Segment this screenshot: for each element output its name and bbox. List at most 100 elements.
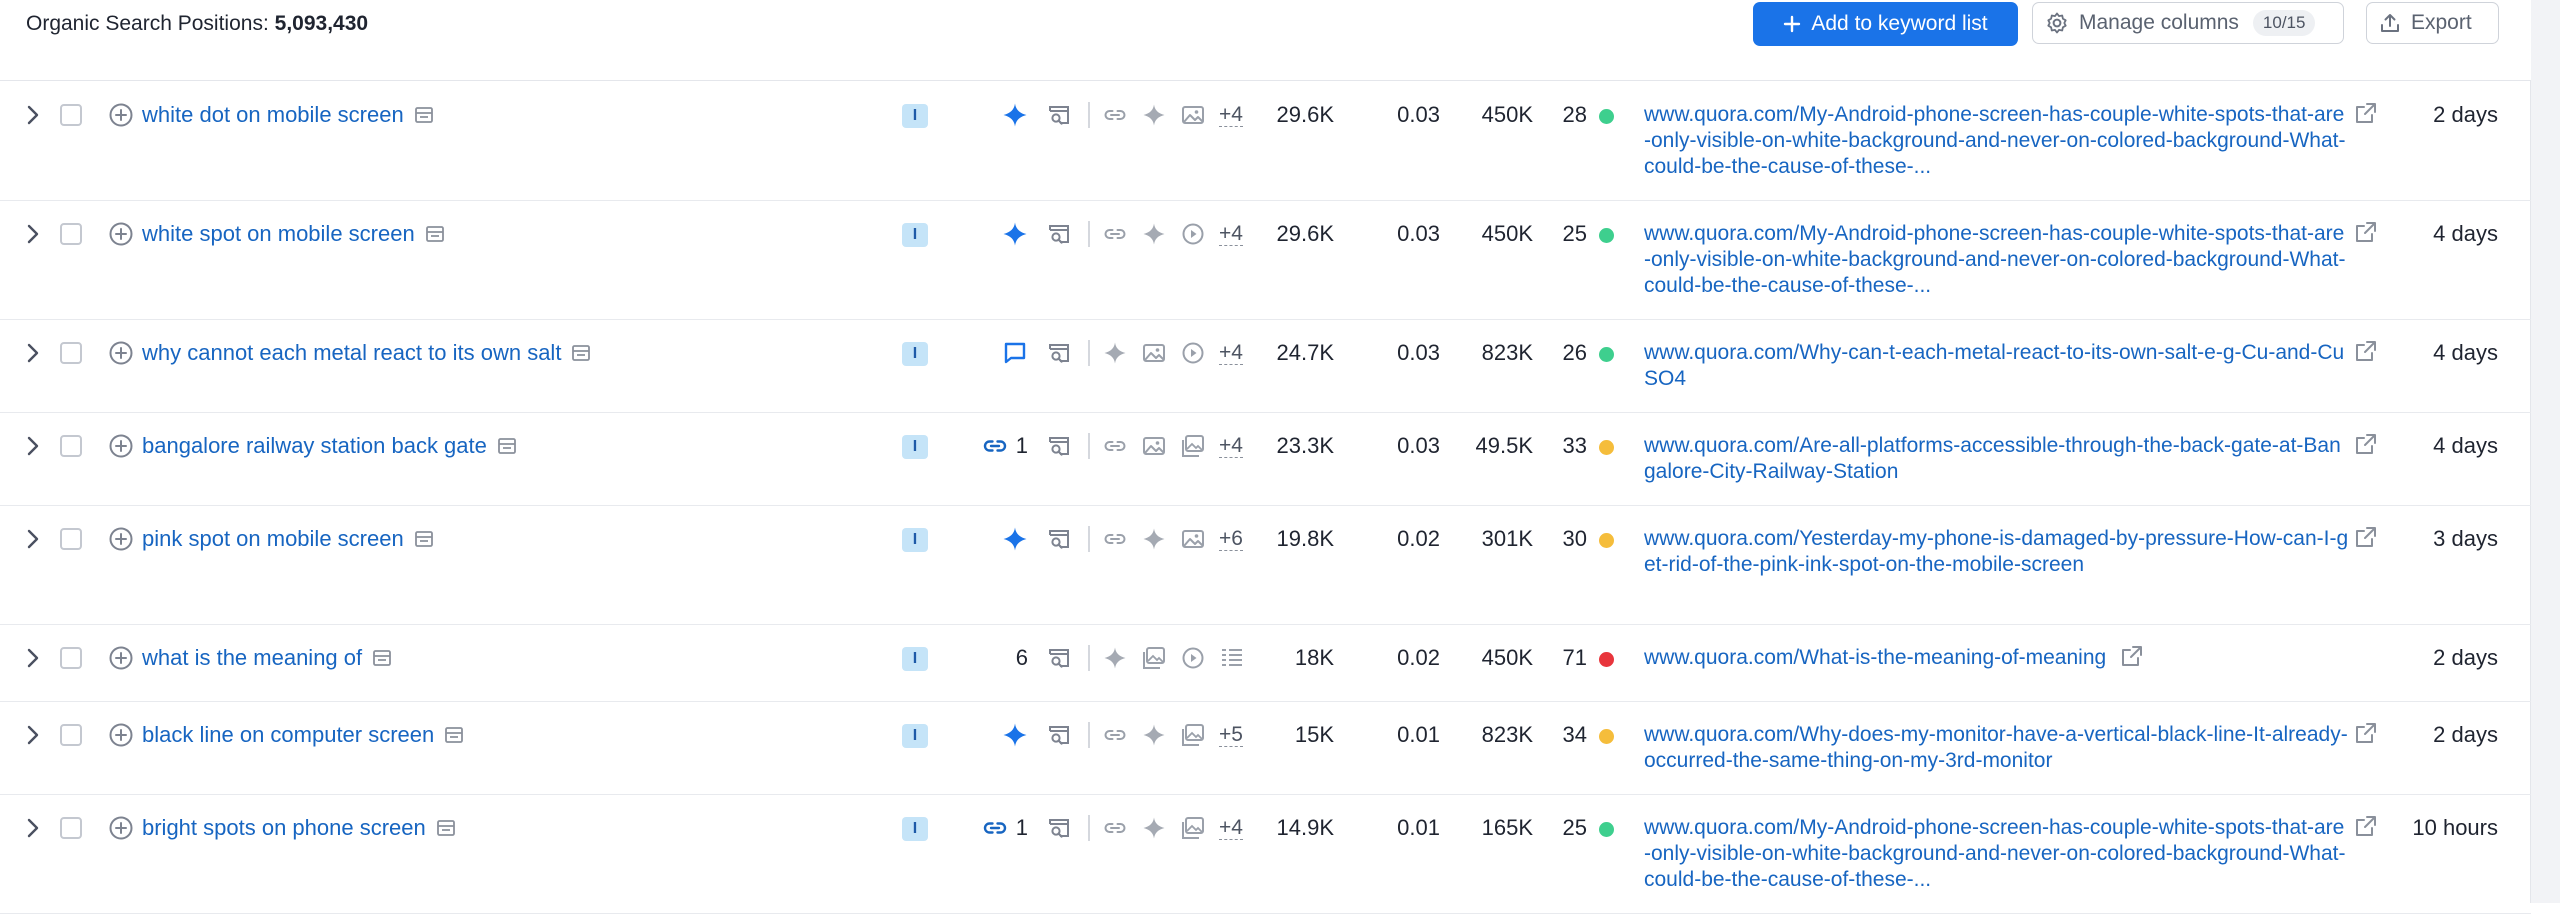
serp-cache-icon[interactable] xyxy=(414,105,434,125)
keyword-text: white spot on mobile screen xyxy=(142,221,415,246)
serp-icon[interactable] xyxy=(1046,433,1072,459)
url-link[interactable]: www.quora.com/My-Android-phone-screen-ha… xyxy=(1644,221,2350,299)
intent-badge: I xyxy=(902,223,928,247)
results-value: 165K xyxy=(1481,815,1533,840)
serp-cache-icon[interactable] xyxy=(444,725,464,745)
add-circle-icon[interactable] xyxy=(108,526,134,552)
row-checkbox[interactable] xyxy=(60,104,82,126)
results-value: 823K xyxy=(1481,722,1533,747)
results-value: 450K xyxy=(1481,221,1533,246)
keyword-text: black line on computer screen xyxy=(142,722,435,747)
row-checkbox[interactable] xyxy=(60,342,82,364)
manage-columns-button[interactable]: Manage columns 10/15 xyxy=(2032,2,2344,44)
export-button[interactable]: Export xyxy=(2366,2,2499,44)
keyword-link[interactable]: black line on computer screen xyxy=(142,722,464,748)
keyword-text: bright spots on phone screen xyxy=(142,815,426,840)
last-updated: 4 days xyxy=(2433,221,2498,246)
serp-cache-icon[interactable] xyxy=(372,648,392,668)
results-value: 450K xyxy=(1481,102,1533,127)
expand-row-chevron-icon[interactable] xyxy=(26,433,46,459)
row-checkbox[interactable] xyxy=(60,817,82,839)
position-cell: 1 xyxy=(968,433,1028,459)
chat-icon xyxy=(1002,340,1028,366)
url-link[interactable]: www.quora.com/My-Android-phone-screen-ha… xyxy=(1644,102,2350,180)
serp-icon[interactable] xyxy=(1046,722,1072,748)
serp-icon[interactable] xyxy=(1046,102,1072,128)
images-icon xyxy=(1141,645,1167,671)
position-cell: 6 xyxy=(968,645,1028,671)
expand-row-chevron-icon[interactable] xyxy=(26,102,46,128)
results-value: 450K xyxy=(1481,645,1533,670)
cpc-value: 0.01 xyxy=(1397,722,1440,747)
serp-icon[interactable] xyxy=(1046,340,1072,366)
expand-row-chevron-icon[interactable] xyxy=(26,645,46,671)
add-to-keyword-list-button[interactable]: Add to keyword list xyxy=(1753,2,2018,46)
link-icon xyxy=(982,433,1008,459)
external-link-icon[interactable] xyxy=(2354,101,2378,125)
url-link[interactable]: www.quora.com/What-is-the-meaning-of-mea… xyxy=(1644,645,2106,671)
external-link-icon[interactable] xyxy=(2120,644,2144,668)
add-circle-icon[interactable] xyxy=(108,102,134,128)
keyword-link[interactable]: why cannot each metal react to its own s… xyxy=(142,340,591,366)
columns-count-badge: 10/15 xyxy=(2252,10,2316,36)
serp-icon[interactable] xyxy=(1046,645,1072,671)
row-checkbox[interactable] xyxy=(60,647,82,669)
external-link-icon[interactable] xyxy=(2354,339,2378,363)
expand-row-chevron-icon[interactable] xyxy=(26,815,46,841)
add-circle-icon[interactable] xyxy=(108,433,134,459)
keyword-link[interactable]: bangalore railway station back gate xyxy=(142,433,517,459)
url-link[interactable]: www.quora.com/Are-all-platforms-accessib… xyxy=(1644,433,2350,485)
add-circle-icon[interactable] xyxy=(108,221,134,247)
expand-row-chevron-icon[interactable] xyxy=(26,722,46,748)
keyword-link[interactable]: pink spot on mobile screen xyxy=(142,526,434,552)
page-title: Organic Search Positions: 5,093,430 xyxy=(26,11,368,37)
add-circle-icon[interactable] xyxy=(108,722,134,748)
serp-icon[interactable] xyxy=(1046,526,1072,552)
serp-cache-icon[interactable] xyxy=(571,343,591,363)
external-link-icon[interactable] xyxy=(2354,220,2378,244)
url-link[interactable]: www.quora.com/Yesterday-my-phone-is-dama… xyxy=(1644,526,2350,578)
external-link-icon[interactable] xyxy=(2354,814,2378,838)
row-checkbox[interactable] xyxy=(60,528,82,550)
last-updated: 2 days xyxy=(2433,722,2498,747)
difficulty-value: 30 xyxy=(1562,526,1587,551)
row-checkbox[interactable] xyxy=(60,435,82,457)
serp-cache-icon[interactable] xyxy=(497,436,517,456)
images-icon xyxy=(1180,722,1206,748)
search-volume: 14.9K xyxy=(1276,815,1335,840)
position-value: 1 xyxy=(1015,433,1028,458)
add-circle-icon[interactable] xyxy=(108,340,134,366)
difficulty-value: 25 xyxy=(1562,221,1587,246)
positions-count: 5,093,430 xyxy=(274,12,369,35)
external-link-icon[interactable] xyxy=(2354,432,2378,456)
keyword-link[interactable]: white spot on mobile screen xyxy=(142,221,445,247)
keyword-text: what is the meaning of xyxy=(142,645,363,670)
add-circle-icon[interactable] xyxy=(108,645,134,671)
scrollbar[interactable] xyxy=(2530,0,2560,903)
expand-row-chevron-icon[interactable] xyxy=(26,340,46,366)
ai-sparkle-icon xyxy=(1002,221,1028,247)
serp-cache-icon[interactable] xyxy=(414,529,434,549)
last-updated: 4 days xyxy=(2433,340,2498,365)
keyword-link[interactable]: white dot on mobile screen xyxy=(142,102,434,128)
keyword-link[interactable]: bright spots on phone screen xyxy=(142,815,456,841)
serp-icon[interactable] xyxy=(1046,221,1072,247)
external-link-icon[interactable] xyxy=(2354,721,2378,745)
expand-row-chevron-icon[interactable] xyxy=(26,526,46,552)
serp-cache-icon[interactable] xyxy=(425,224,445,244)
url-link[interactable]: www.quora.com/Why-can-t-each-metal-react… xyxy=(1644,340,2350,392)
search-volume: 18K xyxy=(1294,645,1334,670)
url-link[interactable]: www.quora.com/My-Android-phone-screen-ha… xyxy=(1644,815,2350,893)
add-circle-icon[interactable] xyxy=(108,815,134,841)
serp-cache-icon[interactable] xyxy=(436,818,456,838)
position-cell xyxy=(968,221,1028,247)
serp-icon[interactable] xyxy=(1046,815,1072,841)
link-icon xyxy=(1102,102,1128,128)
expand-row-chevron-icon[interactable] xyxy=(26,221,46,247)
intent-badge: I xyxy=(902,817,928,841)
row-checkbox[interactable] xyxy=(60,223,82,245)
row-checkbox[interactable] xyxy=(60,724,82,746)
url-link[interactable]: www.quora.com/Why-does-my-monitor-have-a… xyxy=(1644,722,2350,774)
external-link-icon[interactable] xyxy=(2354,525,2378,549)
keyword-link[interactable]: what is the meaning of xyxy=(142,645,392,671)
